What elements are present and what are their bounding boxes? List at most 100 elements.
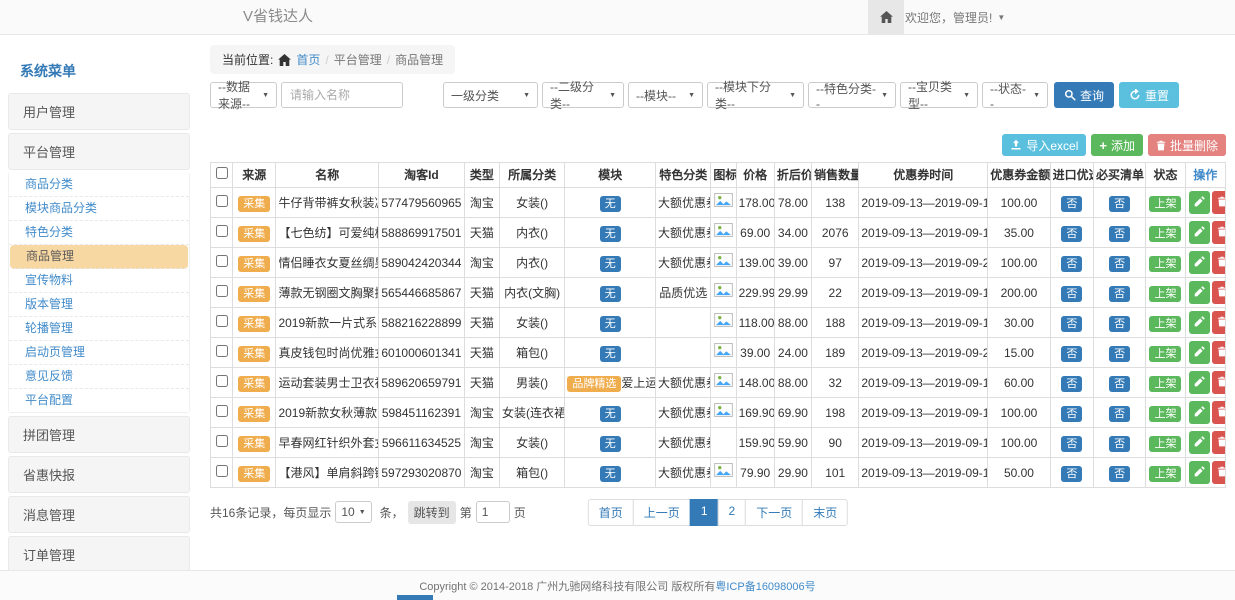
row-checkbox[interactable] xyxy=(216,225,228,237)
level1-category-select[interactable]: 一级分类▼ xyxy=(443,82,538,108)
sidebar-item-商品管理[interactable]: 商品管理 xyxy=(10,245,188,269)
import-select-badge[interactable]: 否 xyxy=(1061,286,1082,302)
row-checkbox[interactable] xyxy=(216,375,228,387)
must-buy-badge[interactable]: 否 xyxy=(1109,196,1130,212)
row-checkbox[interactable] xyxy=(216,345,228,357)
import-select-badge[interactable]: 否 xyxy=(1061,406,1082,422)
per-page-select[interactable]: 10 ▼ xyxy=(335,501,371,523)
import-select-badge[interactable]: 否 xyxy=(1061,466,1082,482)
delete-button[interactable] xyxy=(1212,221,1226,244)
level2-category-select[interactable]: --二级分类--▼ xyxy=(542,82,624,108)
status-badge[interactable]: 上架 xyxy=(1149,376,1181,392)
edit-button[interactable] xyxy=(1189,311,1210,334)
module-select[interactable]: --模块--▼ xyxy=(628,82,703,108)
last-page-button[interactable]: 末页 xyxy=(802,499,848,526)
delete-button[interactable] xyxy=(1212,341,1226,364)
import-select-badge[interactable]: 否 xyxy=(1061,376,1082,392)
row-checkbox[interactable] xyxy=(216,315,228,327)
import-select-badge[interactable]: 否 xyxy=(1061,436,1082,452)
user-menu[interactable]: 欢迎您，管理员! ▼ xyxy=(905,0,1005,34)
edit-button[interactable] xyxy=(1189,221,1210,244)
must-buy-badge[interactable]: 否 xyxy=(1109,226,1130,242)
edit-button[interactable] xyxy=(1189,251,1210,274)
status-select[interactable]: --状态--▼ xyxy=(982,82,1048,108)
icp-link[interactable]: 粤ICP备16098006号 xyxy=(715,578,815,594)
data-source-select[interactable]: --数据来源--▼ xyxy=(210,82,277,108)
must-buy-badge[interactable]: 否 xyxy=(1109,256,1130,272)
module-subcategory-select[interactable]: --模块下分类--▼ xyxy=(707,82,804,108)
add-button[interactable]: + 添加 xyxy=(1091,134,1143,156)
sidebar-item-平台配置[interactable]: 平台配置 xyxy=(9,389,189,412)
row-checkbox[interactable] xyxy=(216,405,228,417)
edit-button[interactable] xyxy=(1189,401,1210,424)
search-button[interactable]: 查询 xyxy=(1054,82,1114,108)
status-badge[interactable]: 上架 xyxy=(1149,196,1181,212)
status-badge[interactable]: 上架 xyxy=(1149,226,1181,242)
row-checkbox[interactable] xyxy=(216,435,228,447)
jump-button[interactable]: 跳转到 xyxy=(408,501,456,524)
delete-button[interactable] xyxy=(1212,401,1226,424)
sidebar-section-平台管理[interactable]: 平台管理 xyxy=(8,133,190,170)
status-badge[interactable]: 上架 xyxy=(1149,346,1181,362)
sidebar-section-省惠快报[interactable]: 省惠快报 xyxy=(8,456,190,493)
import-select-badge[interactable]: 否 xyxy=(1061,226,1082,242)
delete-button[interactable] xyxy=(1212,311,1226,334)
home-button[interactable] xyxy=(868,0,904,34)
sidebar-item-特色分类[interactable]: 特色分类 xyxy=(9,221,189,245)
must-buy-badge[interactable]: 否 xyxy=(1109,436,1130,452)
must-buy-badge[interactable]: 否 xyxy=(1109,406,1130,422)
sidebar-item-意见反馈[interactable]: 意见反馈 xyxy=(9,365,189,389)
must-buy-badge[interactable]: 否 xyxy=(1109,286,1130,302)
feature-category-select[interactable]: --特色分类--▼ xyxy=(808,82,896,108)
page-input[interactable] xyxy=(476,501,510,523)
reset-button[interactable]: 重置 xyxy=(1119,82,1179,108)
prev-page-button[interactable]: 上一页 xyxy=(633,499,691,526)
edit-button[interactable] xyxy=(1189,341,1210,364)
status-badge[interactable]: 上架 xyxy=(1149,316,1181,332)
batch-delete-button[interactable]: 批量删除 xyxy=(1148,134,1226,156)
sidebar-section-拼团管理[interactable]: 拼团管理 xyxy=(8,416,190,453)
import-select-badge[interactable]: 否 xyxy=(1061,346,1082,362)
next-page-button[interactable]: 下一页 xyxy=(745,499,803,526)
status-badge[interactable]: 上架 xyxy=(1149,406,1181,422)
edit-button[interactable] xyxy=(1189,191,1210,214)
sidebar-item-启动页管理[interactable]: 启动页管理 xyxy=(9,341,189,365)
row-checkbox[interactable] xyxy=(216,285,228,297)
edit-button[interactable] xyxy=(1189,461,1210,484)
edit-button[interactable] xyxy=(1189,281,1210,304)
page-number-button[interactable]: 1 xyxy=(690,499,719,526)
row-checkbox[interactable] xyxy=(216,465,228,477)
must-buy-badge[interactable]: 否 xyxy=(1109,466,1130,482)
status-badge[interactable]: 上架 xyxy=(1149,436,1181,452)
import-select-badge[interactable]: 否 xyxy=(1061,316,1082,332)
sidebar-section-订单管理[interactable]: 订单管理 xyxy=(8,536,190,570)
delete-button[interactable] xyxy=(1212,461,1226,484)
sidebar-item-模块商品分类[interactable]: 模块商品分类 xyxy=(9,197,189,221)
import-select-badge[interactable]: 否 xyxy=(1061,196,1082,212)
sidebar-item-轮播管理[interactable]: 轮播管理 xyxy=(9,317,189,341)
page-number-button[interactable]: 2 xyxy=(718,499,747,526)
delete-button[interactable] xyxy=(1212,371,1226,394)
sidebar-item-版本管理[interactable]: 版本管理 xyxy=(9,293,189,317)
delete-button[interactable] xyxy=(1212,281,1226,304)
status-badge[interactable]: 上架 xyxy=(1149,466,1181,482)
item-type-select[interactable]: --宝贝类型--▼ xyxy=(900,82,978,108)
name-input[interactable] xyxy=(281,82,403,108)
edit-button[interactable] xyxy=(1189,371,1210,394)
select-all-checkbox[interactable] xyxy=(216,167,228,179)
row-checkbox[interactable] xyxy=(216,255,228,267)
must-buy-badge[interactable]: 否 xyxy=(1109,316,1130,332)
breadcrumb-home-link[interactable]: 首页 xyxy=(296,51,320,68)
must-buy-badge[interactable]: 否 xyxy=(1109,346,1130,362)
sidebar-item-宣传物料[interactable]: 宣传物料 xyxy=(9,269,189,293)
import-excel-button[interactable]: 导入excel xyxy=(1002,134,1086,156)
delete-button[interactable] xyxy=(1212,431,1226,454)
row-checkbox[interactable] xyxy=(216,195,228,207)
edit-button[interactable] xyxy=(1189,431,1210,454)
delete-button[interactable] xyxy=(1212,191,1226,214)
sidebar-section-用户管理[interactable]: 用户管理 xyxy=(8,93,190,130)
sidebar-item-商品分类[interactable]: 商品分类 xyxy=(9,173,189,197)
first-page-button[interactable]: 首页 xyxy=(588,499,634,526)
sidebar-section-消息管理[interactable]: 消息管理 xyxy=(8,496,190,533)
must-buy-badge[interactable]: 否 xyxy=(1109,376,1130,392)
